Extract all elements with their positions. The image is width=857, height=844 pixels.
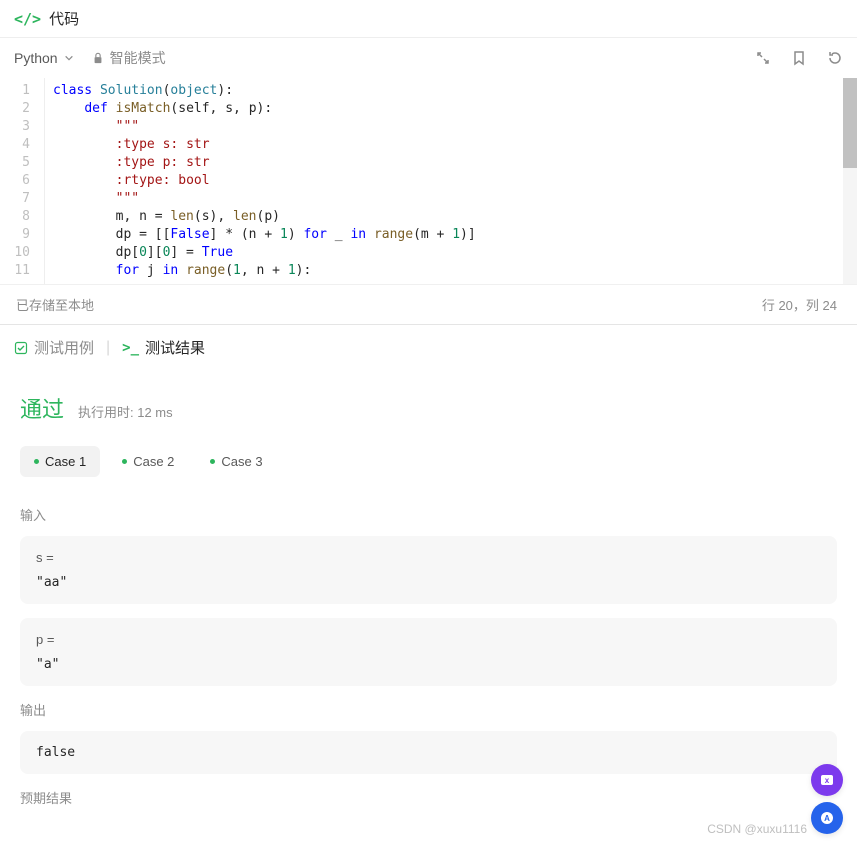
line-number: 10	[0, 244, 44, 262]
line-number: 11	[0, 262, 44, 280]
editor-toolbar: Python 智能模式	[0, 38, 857, 78]
panel-tabs: 测试用例 | >_ 测试结果	[0, 325, 857, 370]
line-number: 3	[0, 118, 44, 136]
fullscreen-icon[interactable]	[755, 50, 771, 66]
status-dot	[122, 459, 127, 464]
line-number: 2	[0, 100, 44, 118]
pass-status: 通过	[20, 392, 64, 424]
code-icon: </>	[14, 10, 41, 28]
mode-label-text: 智能模式	[110, 48, 166, 68]
code-line[interactable]: :type p: str	[53, 154, 857, 172]
line-number: 4	[0, 136, 44, 154]
input-box-1: p = "a"	[20, 618, 837, 686]
results-panel: 测试用例 | >_ 测试结果 通过 执行用时: 12 ms Case 1Case…	[0, 324, 857, 840]
header-title: 代码	[49, 8, 79, 29]
status-dot	[210, 459, 215, 464]
input-box-0: s = "aa"	[20, 536, 837, 604]
input-val: "aa"	[36, 575, 821, 590]
tab-separator: |	[106, 339, 110, 357]
check-icon	[14, 341, 28, 355]
float-icon-2[interactable]: A	[811, 802, 843, 834]
float-icons: x A	[811, 764, 843, 834]
line-number: 8	[0, 208, 44, 226]
input-var: p =	[36, 632, 821, 647]
case-label: Case 3	[221, 454, 262, 469]
terminal-icon: >_	[122, 340, 139, 356]
case-tab-1[interactable]: Case 1	[20, 446, 100, 477]
line-gutter: 1234567891011	[0, 78, 44, 284]
bookmark-icon[interactable]	[791, 50, 807, 66]
input-var: s =	[36, 550, 821, 565]
case-label: Case 1	[45, 454, 86, 469]
code-editor[interactable]: 1234567891011 class Solution(object): de…	[0, 78, 857, 284]
code-line[interactable]: """	[53, 190, 857, 208]
case-tabs: Case 1 Case 2 Case 3	[20, 446, 837, 477]
code-line[interactable]: def isMatch(self, s, p):	[53, 100, 857, 118]
code-header: </> 代码	[0, 0, 857, 38]
code-line[interactable]: :rtype: bool	[53, 172, 857, 190]
code-line[interactable]: :type s: str	[53, 136, 857, 154]
save-status: 已存储至本地	[16, 295, 94, 314]
case-tab-2[interactable]: Case 2	[108, 446, 188, 477]
tab-result-label: 测试结果	[145, 337, 205, 358]
panel-body: 通过 执行用时: 12 ms Case 1 Case 2 Case 3 输入 s =…	[0, 370, 857, 840]
case-tab-3[interactable]: Case 3	[196, 446, 276, 477]
code-line[interactable]: dp[0][0] = True	[53, 244, 857, 262]
code-line[interactable]: class Solution(object):	[53, 82, 857, 100]
svg-text:A: A	[824, 814, 830, 823]
code-line[interactable]: """	[53, 118, 857, 136]
line-number: 5	[0, 154, 44, 172]
line-number: 7	[0, 190, 44, 208]
svg-text:x: x	[825, 776, 830, 785]
expected-section-label: 预期结果	[20, 788, 837, 807]
lock-icon	[92, 52, 104, 64]
tab-test-cases[interactable]: 测试用例	[14, 337, 94, 358]
runtime-text: 执行用时: 12 ms	[78, 402, 173, 421]
float-icon-1[interactable]: x	[811, 764, 843, 796]
tab-cases-label: 测试用例	[34, 337, 94, 358]
output-value: false	[36, 745, 821, 760]
watermark: CSDN @xuxu1116	[707, 822, 807, 836]
reset-icon[interactable]	[827, 50, 843, 66]
editor-status-bar: 已存储至本地 行 20，列 24	[0, 284, 857, 324]
code-area[interactable]: class Solution(object): def isMatch(self…	[44, 78, 857, 284]
line-number: 9	[0, 226, 44, 244]
code-line[interactable]: dp = [[False] * (n + 1) for _ in range(m…	[53, 226, 857, 244]
line-number: 1	[0, 82, 44, 100]
chevron-down-icon	[64, 53, 74, 63]
mode-indicator: 智能模式	[92, 48, 166, 68]
cursor-position: 行 20，列 24	[762, 295, 837, 314]
output-box: false	[20, 731, 837, 774]
output-section-label: 输出	[20, 700, 837, 719]
editor-scrollbar[interactable]	[843, 78, 857, 284]
language-label: Python	[14, 50, 58, 66]
input-val: "a"	[36, 657, 821, 672]
code-line[interactable]: for j in range(1, n + 1):	[53, 262, 857, 280]
tab-test-result[interactable]: >_ 测试结果	[122, 337, 205, 358]
line-number: 6	[0, 172, 44, 190]
status-dot	[34, 459, 39, 464]
input-section-label: 输入	[20, 505, 837, 524]
case-label: Case 2	[133, 454, 174, 469]
language-selector[interactable]: Python	[14, 50, 74, 66]
code-line[interactable]: m, n = len(s), len(p)	[53, 208, 857, 226]
